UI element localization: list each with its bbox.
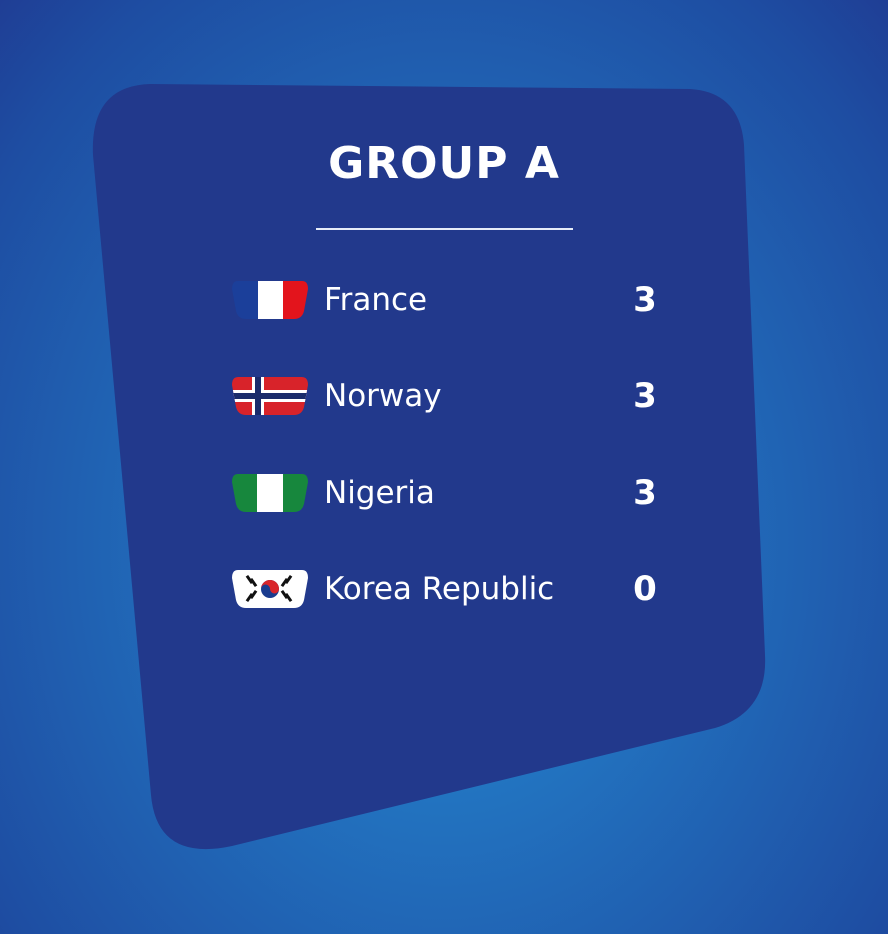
norway-flag-icon [232, 377, 308, 415]
nigeria-flag-icon [232, 474, 308, 512]
team-points: 3 [633, 376, 657, 416]
korea-republic-flag-icon [232, 570, 308, 608]
team-name: France [324, 282, 428, 318]
title-divider [316, 228, 573, 230]
team-name: Korea Republic [324, 571, 555, 607]
standing-row: France 3 [232, 278, 662, 322]
france-flag-icon [232, 281, 308, 319]
team-points: 3 [633, 473, 657, 513]
group-title: GROUP A [328, 138, 560, 189]
team-points: 3 [633, 280, 657, 320]
team-points: 0 [633, 569, 657, 609]
team-name: Norway [324, 378, 442, 414]
standing-row: Norway 3 [232, 374, 662, 418]
standing-row: Korea Republic 0 [232, 567, 662, 611]
standing-row: Nigeria 3 [232, 471, 662, 515]
team-name: Nigeria [324, 475, 435, 511]
